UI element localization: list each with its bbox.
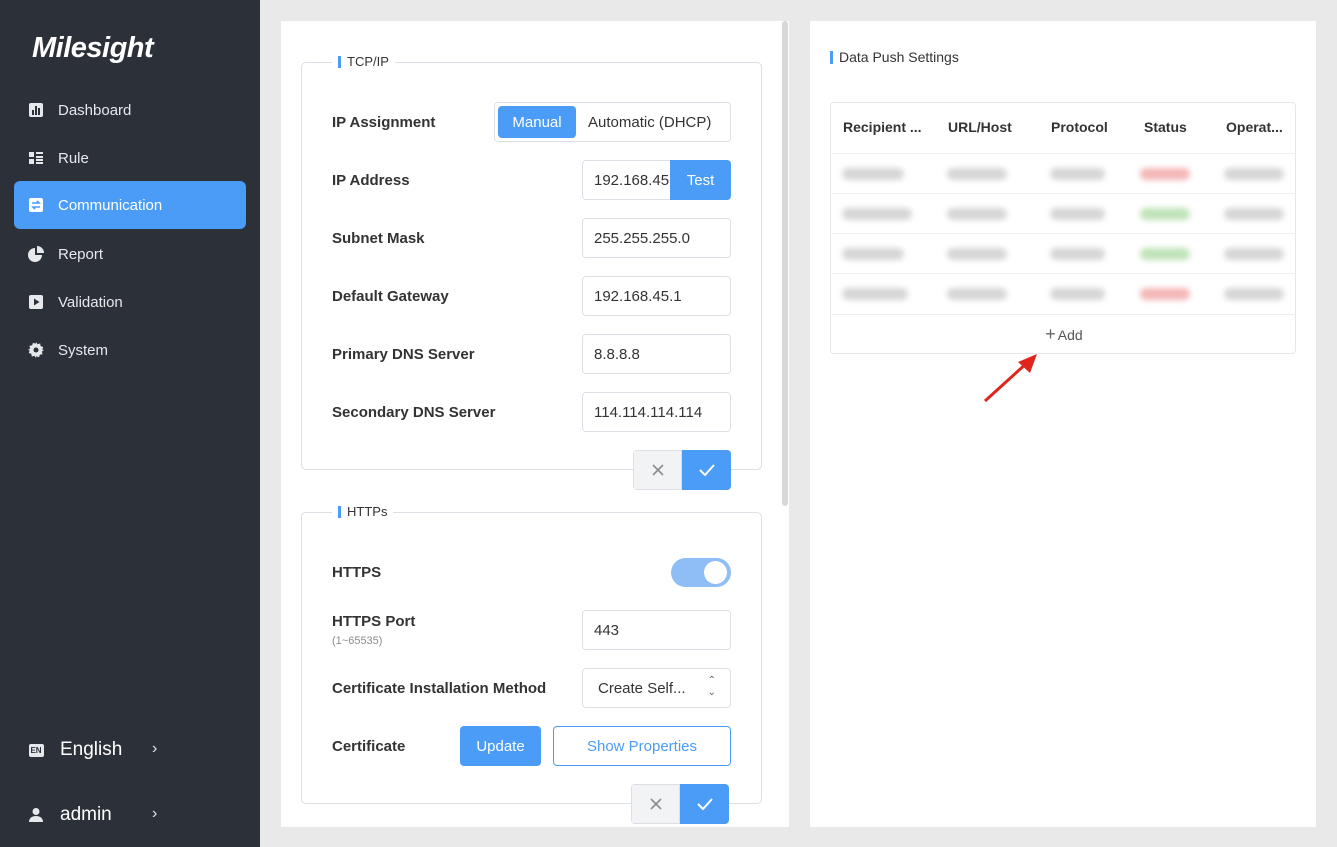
certificate-label: Certificate	[332, 738, 406, 755]
primary-dns-input[interactable]: 8.8.8.8	[582, 334, 731, 374]
table-row[interactable]	[832, 273, 1296, 313]
sidebar-item-system[interactable]: System	[14, 326, 246, 374]
default-gateway-input[interactable]: 192.168.45.1	[582, 276, 731, 316]
subnet-mask-input[interactable]: 255.255.255.0	[582, 218, 731, 258]
language-label: English	[60, 739, 123, 760]
dhcp-option[interactable]: Automatic (DHCP)	[588, 114, 711, 131]
group-legend: HTTPs	[332, 504, 394, 519]
subnet-mask-label: Subnet Mask	[332, 230, 425, 247]
show-properties-button[interactable]: Show Properties	[553, 726, 731, 766]
primary-dns-label: Primary DNS Server	[332, 346, 475, 363]
pie-chart-icon	[28, 246, 44, 262]
column-header: Recipient ...	[843, 119, 922, 135]
default-gateway-label: Default Gateway	[332, 288, 449, 305]
https-port-input[interactable]: 443	[582, 610, 731, 650]
sidebar-item-validation[interactable]: Validation	[14, 278, 246, 326]
table-row[interactable]	[832, 233, 1296, 273]
sidebar: Milesight Dashboard Rule Communication R…	[0, 0, 260, 847]
https-port-hint: (1~65535)	[332, 635, 383, 647]
sidebar-item-report[interactable]: Report	[14, 230, 246, 278]
ip-address-input[interactable]: 192.168.45.	[582, 160, 672, 200]
sidebar-item-label: Rule	[58, 149, 89, 167]
communication-icon	[28, 197, 44, 213]
sidebar-item-label: System	[58, 341, 109, 359]
confirm-button[interactable]	[680, 784, 729, 824]
sidebar-item-label: Report	[58, 245, 104, 263]
scrollbar[interactable]	[782, 21, 788, 506]
sidebar-item-label: Dashboard	[58, 101, 132, 119]
plus-icon: +	[1045, 324, 1056, 344]
ip-assignment-label: IP Assignment	[332, 114, 436, 131]
sidebar-item-label: Validation	[58, 293, 123, 311]
rule-list-icon	[28, 150, 44, 166]
update-button[interactable]: Update	[460, 726, 541, 766]
manual-option[interactable]: Manual	[498, 106, 576, 138]
language-selector[interactable]: EN English ›	[28, 734, 168, 766]
tcpip-actions	[633, 450, 731, 490]
chevron-right-icon: ›	[152, 805, 158, 822]
play-box-icon	[28, 294, 44, 310]
check-icon	[696, 798, 713, 810]
user-label: admin	[60, 804, 112, 825]
secondary-dns-input[interactable]: 114.114.114.114	[582, 392, 731, 432]
sidebar-item-dashboard[interactable]: Dashboard	[14, 86, 246, 134]
https-actions	[631, 784, 729, 824]
data-push-title: Data Push Settings	[830, 49, 959, 65]
table-row[interactable]	[832, 193, 1296, 233]
check-icon	[698, 464, 715, 476]
cancel-button[interactable]	[631, 784, 680, 824]
column-header: Status	[1144, 119, 1187, 135]
data-push-table: Recipient ... URL/Host Protocol Status O…	[830, 102, 1296, 354]
chevron-right-icon: ›	[152, 740, 158, 757]
https-port-label: HTTPS Port	[332, 613, 416, 630]
close-icon	[651, 464, 664, 476]
sidebar-item-label: Communication	[58, 196, 163, 214]
add-recipient-button[interactable]: + Add	[832, 314, 1296, 354]
sidebar-item-communication[interactable]: Communication	[14, 181, 246, 229]
bar-chart-icon	[28, 102, 44, 118]
column-header: Protocol	[1051, 119, 1108, 135]
user-menu[interactable]: admin ›	[28, 799, 168, 831]
cert-method-select[interactable]: Create Self... ⌃ ⌄	[582, 668, 731, 708]
annotation-arrow-icon	[983, 354, 1037, 403]
column-header: URL/Host	[948, 119, 1012, 135]
https-label: HTTPS	[332, 564, 382, 581]
language-icon: EN	[28, 743, 44, 757]
ip-address-label: IP Address	[332, 172, 410, 189]
https-toggle[interactable]	[671, 558, 731, 587]
milesight-logo: Milesight	[32, 32, 154, 64]
gear-icon	[28, 342, 44, 358]
ip-assignment-switch: Manual Automatic (DHCP)	[494, 102, 731, 142]
secondary-dns-label: Secondary DNS Server	[332, 404, 496, 421]
user-icon	[28, 807, 44, 823]
close-icon	[649, 798, 662, 810]
test-button[interactable]: Test	[670, 160, 731, 200]
confirm-button[interactable]	[682, 450, 731, 490]
sort-arrows-icon: ⌃ ⌄	[707, 675, 716, 698]
cancel-button[interactable]	[633, 450, 682, 490]
sidebar-item-rule[interactable]: Rule	[14, 134, 246, 182]
table-row[interactable]	[832, 153, 1296, 193]
column-header: Operat...	[1226, 119, 1283, 135]
cert-method-label: Certificate Installation Method	[332, 680, 547, 697]
group-legend: TCP/IP	[332, 54, 395, 69]
